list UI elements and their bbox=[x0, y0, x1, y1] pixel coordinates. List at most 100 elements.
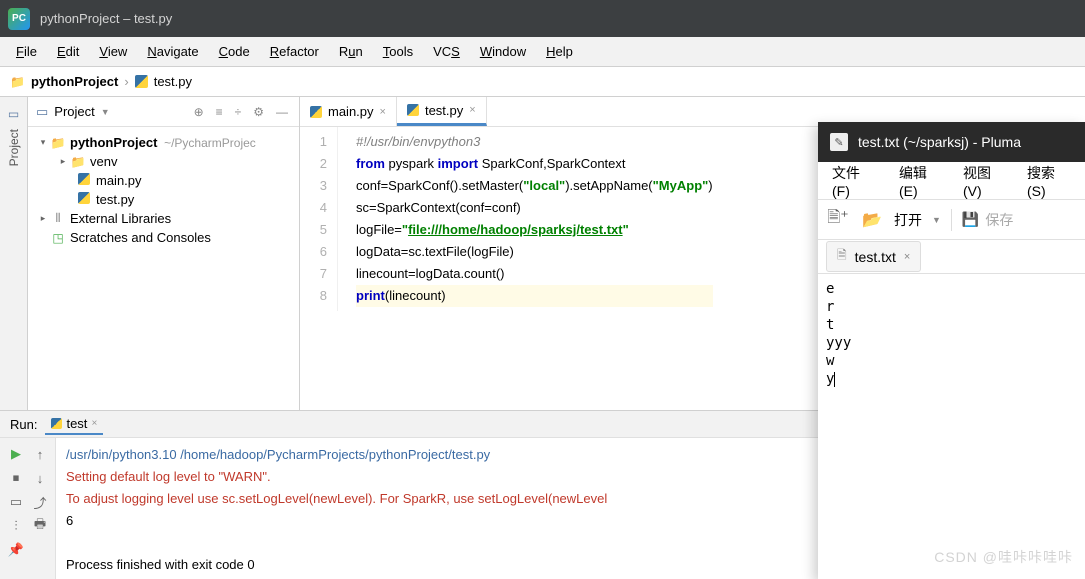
code-line[interactable]: logFile="file:///home/hadoop/sparksj/tes… bbox=[356, 219, 713, 241]
pluma-title: test.txt (~/sparksj) - Pluma bbox=[858, 134, 1021, 150]
chevron-right-icon[interactable]: ▸ bbox=[56, 156, 70, 167]
print-icon[interactable]: 🖶 bbox=[30, 516, 50, 536]
project-panel-header: ▭ Project ▼ ⊕ ≡ ÷ ⚙ — bbox=[28, 97, 299, 127]
close-icon[interactable]: × bbox=[904, 251, 910, 263]
folder-icon: 📁 bbox=[50, 136, 66, 150]
layout-icon[interactable]: ▭ bbox=[6, 492, 26, 512]
chevron-down-icon[interactable]: ▼ bbox=[101, 107, 110, 117]
pluma-toolbar: 🗎⁺ 📂 打开 ▼ 💾 保存 bbox=[818, 200, 1085, 240]
editor-tab[interactable]: main.py × bbox=[300, 97, 397, 126]
pycharm-icon: PC bbox=[8, 8, 30, 30]
tab-label: main.py bbox=[328, 104, 374, 119]
editor-tab[interactable]: test.py× bbox=[397, 97, 487, 126]
menu-file[interactable]: File bbox=[6, 40, 47, 63]
project-tool-button[interactable]: Project bbox=[7, 125, 21, 170]
up-icon[interactable]: ↑ bbox=[30, 444, 50, 464]
close-icon[interactable]: × bbox=[469, 104, 475, 116]
menu-help[interactable]: Help bbox=[536, 40, 583, 63]
project-tree: ▾ 📁 pythonProject ~/PycharmProjec ▸ 📁 ve… bbox=[28, 127, 299, 253]
pluma-tab-name: test.txt bbox=[855, 249, 896, 265]
code-line[interactable]: #!/usr/bin/envpython3 bbox=[356, 131, 713, 153]
tree-venv[interactable]: ▸ 📁 venv bbox=[28, 152, 299, 171]
breadcrumb: 📁 pythonProject › test.py bbox=[0, 67, 1085, 97]
tree-label: main.py bbox=[92, 173, 142, 188]
tree-label: Scratches and Consoles bbox=[66, 230, 211, 245]
folder-icon: 📁 bbox=[70, 155, 86, 169]
python-file-icon bbox=[78, 173, 90, 185]
menu-navigate[interactable]: Navigate bbox=[137, 40, 208, 63]
chevron-right-icon[interactable]: ▸ bbox=[36, 213, 50, 224]
pluma-menu[interactable]: 编辑(E) bbox=[889, 157, 953, 205]
library-icon: ⫴ bbox=[50, 211, 66, 226]
pluma-menu[interactable]: 文件 (F) bbox=[822, 157, 889, 205]
wrap-icon[interactable]: ⤴ bbox=[30, 492, 50, 512]
tree-external-libraries[interactable]: ▸ ⫴ External Libraries bbox=[28, 209, 299, 228]
run-config-tab[interactable]: test × bbox=[45, 414, 103, 435]
pluma-editor[interactable]: e r t yyy w y bbox=[818, 274, 1085, 579]
folder-icon: ▭ bbox=[36, 104, 48, 120]
collapse-icon[interactable]: ÷ bbox=[232, 105, 245, 119]
menu-refactor[interactable]: Refactor bbox=[260, 40, 329, 63]
separator bbox=[951, 209, 952, 231]
rerun-button[interactable]: ▶ bbox=[6, 444, 26, 464]
scratches-icon: ◳ bbox=[50, 231, 66, 245]
chevron-down-icon[interactable]: ▼ bbox=[932, 215, 941, 225]
tree-project-root[interactable]: ▾ 📁 pythonProject ~/PycharmProjec bbox=[28, 133, 299, 152]
stop-button[interactable]: ⏹ bbox=[6, 468, 26, 488]
code-line[interactable]: print(linecount) bbox=[356, 285, 713, 307]
folder-icon: 📁 bbox=[10, 75, 25, 89]
document-icon: 🗎 bbox=[837, 246, 847, 267]
code-line[interactable]: conf=SparkConf().setMaster("local").setA… bbox=[356, 175, 713, 197]
pluma-menu[interactable]: 搜索(S) bbox=[1017, 157, 1081, 205]
save-button[interactable]: 💾 保存 bbox=[962, 210, 1013, 230]
new-file-icon[interactable]: 🗎⁺ bbox=[826, 208, 850, 232]
hide-icon[interactable]: — bbox=[273, 105, 291, 119]
down-icon[interactable]: ↓ bbox=[30, 468, 50, 488]
tree-root-name: pythonProject bbox=[66, 135, 157, 150]
sidebar-left: ▭ Project bbox=[0, 97, 28, 410]
code-lines[interactable]: #!/usr/bin/envpython3from pyspark import… bbox=[338, 127, 713, 311]
pin-icon[interactable]: 📌 bbox=[6, 540, 26, 560]
open-button[interactable]: 打开 bbox=[894, 210, 922, 230]
project-panel-title: Project bbox=[54, 104, 94, 119]
gear-icon[interactable]: ⚙ bbox=[250, 105, 267, 119]
menu-window[interactable]: Window bbox=[470, 40, 536, 63]
pluma-menu[interactable]: 视图(V) bbox=[953, 157, 1017, 205]
menu-edit[interactable]: Edit bbox=[47, 40, 89, 63]
breadcrumb-root[interactable]: pythonProject bbox=[31, 74, 118, 89]
chevron-down-icon[interactable]: ▾ bbox=[36, 137, 50, 148]
python-file-icon bbox=[310, 106, 322, 118]
run-toolbar: ▶ ↑ ⏹ ↓ ▭ ⤴ ⫶ 🖶 📌 bbox=[0, 438, 56, 579]
filter-icon[interactable]: ⫶ bbox=[6, 516, 26, 536]
save-label: 保存 bbox=[985, 210, 1013, 230]
python-file-icon bbox=[135, 75, 148, 88]
menu-tools[interactable]: Tools bbox=[373, 40, 423, 63]
expand-icon[interactable]: ≡ bbox=[213, 105, 226, 119]
ide-titlebar: PC pythonProject – test.py bbox=[0, 0, 1085, 37]
tree-label: test.py bbox=[92, 192, 134, 207]
code-line[interactable]: from pyspark import SparkConf,SparkConte… bbox=[356, 153, 713, 175]
save-icon: 💾 bbox=[962, 211, 979, 228]
close-icon[interactable]: × bbox=[380, 106, 386, 118]
close-icon[interactable]: × bbox=[91, 418, 97, 429]
code-line[interactable]: logData=sc.textFile(logFile) bbox=[356, 241, 713, 263]
folder-icon: ▭ bbox=[8, 107, 19, 121]
pluma-window: ✎ test.txt (~/sparksj) - Pluma 文件 (F)编辑(… bbox=[818, 122, 1085, 579]
locate-icon[interactable]: ⊕ bbox=[191, 105, 207, 119]
python-file-icon bbox=[78, 192, 90, 204]
menu-run[interactable]: Run bbox=[329, 40, 373, 63]
pluma-menubar: 文件 (F)编辑(E)视图(V)搜索(S) bbox=[818, 162, 1085, 200]
menu-view[interactable]: View bbox=[89, 40, 137, 63]
menu-code[interactable]: Code bbox=[209, 40, 260, 63]
python-file-icon bbox=[51, 418, 62, 429]
open-folder-icon[interactable]: 📂 bbox=[860, 208, 884, 232]
breadcrumb-file[interactable]: test.py bbox=[154, 74, 192, 89]
code-line[interactable]: linecount=logData.count() bbox=[356, 263, 713, 285]
tree-file-test[interactable]: test.py bbox=[28, 190, 299, 209]
menu-vcs[interactable]: VCS bbox=[423, 40, 470, 63]
code-line[interactable]: sc=SparkContext(conf=conf) bbox=[356, 197, 713, 219]
tree-scratches[interactable]: ◳ Scratches and Consoles bbox=[28, 228, 299, 247]
tree-file-main[interactable]: main.py bbox=[28, 171, 299, 190]
pluma-tab[interactable]: 🗎 test.txt × bbox=[826, 241, 921, 272]
python-file-icon bbox=[407, 104, 419, 116]
